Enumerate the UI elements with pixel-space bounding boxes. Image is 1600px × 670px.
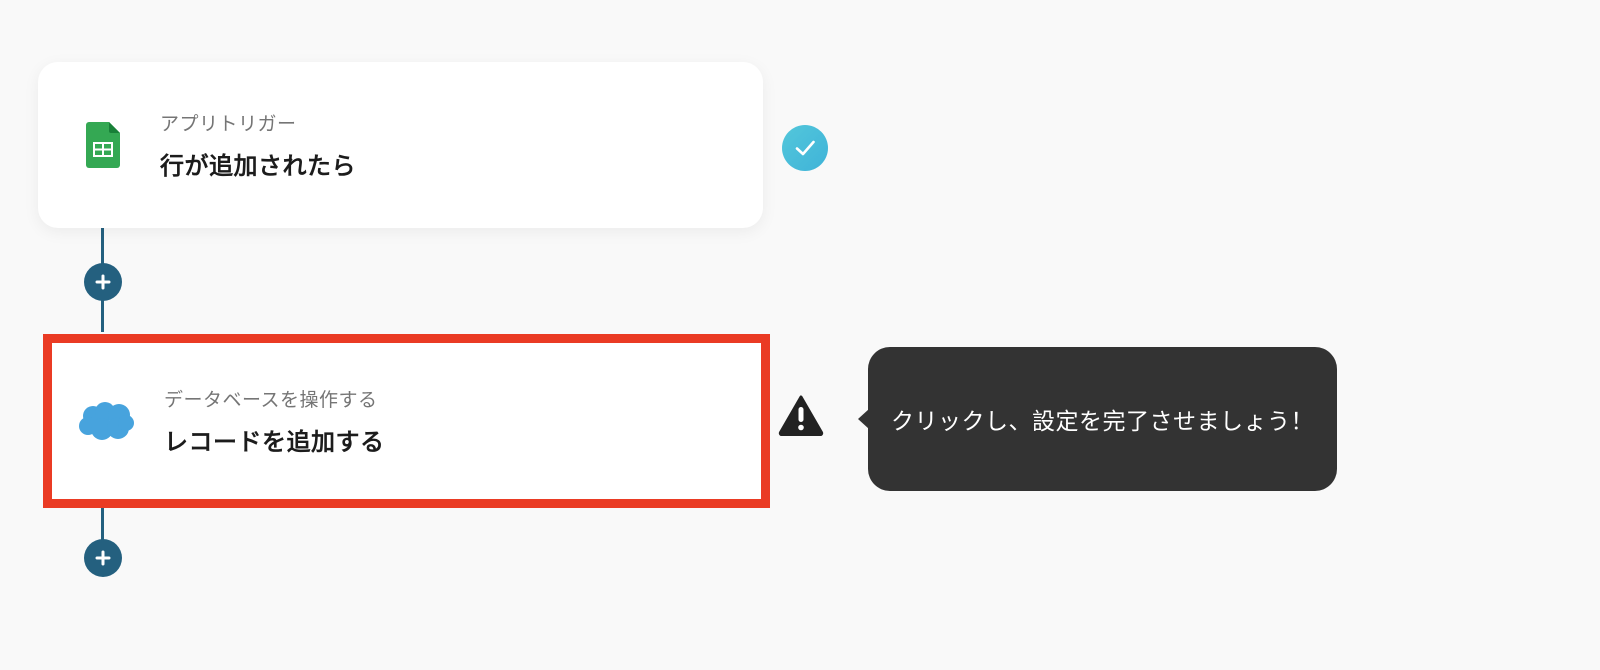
plus-icon — [95, 550, 111, 566]
plus-icon — [95, 274, 111, 290]
step-type-label: データベースを操作する — [164, 389, 378, 411]
google-sheets-icon — [84, 120, 122, 170]
setup-hint-tooltip: クリックし、設定を完了させましょう！ — [858, 347, 1337, 491]
add-step-button[interactable] — [84, 263, 122, 301]
trigger-step-card[interactable]: アプリトリガー 行が追加されたら — [38, 62, 763, 228]
tooltip-text: クリックし、設定を完了させましょう！ — [891, 409, 1314, 435]
flow-canvas: アプリトリガー 行が追加されたら データベースを操作する レコードを追加する ク… — [0, 0, 1600, 670]
warning-icon — [778, 394, 824, 437]
add-step-button[interactable] — [84, 539, 122, 577]
step-title: 行が追加されたら — [160, 152, 356, 180]
action-step-card[interactable]: データベースを操作する レコードを追加する — [43, 334, 770, 508]
check-icon — [782, 125, 828, 171]
salesforce-icon — [77, 398, 135, 444]
step-type-label: アプリトリガー — [160, 113, 297, 135]
step-title: レコードを追加する — [164, 428, 385, 456]
